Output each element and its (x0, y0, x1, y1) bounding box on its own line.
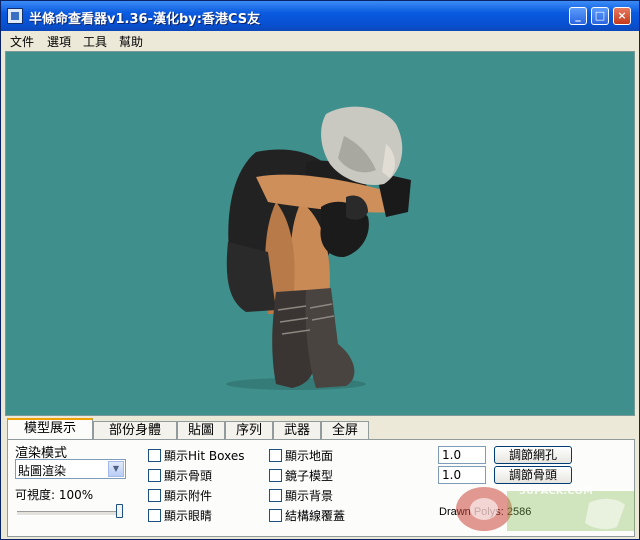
minimize-button[interactable]: _ (569, 7, 587, 25)
mirror-model-checkbox[interactable] (269, 469, 282, 482)
menu-options[interactable]: 選項 (47, 33, 71, 50)
show-eyes-label: 顯示眼睛 (164, 509, 213, 523)
menu-tools[interactable]: 工具 (83, 33, 107, 50)
close-icon: × (617, 9, 627, 22)
app-icon[interactable] (7, 8, 23, 24)
wireframe-overlay-checkbox[interactable] (269, 509, 282, 522)
show-hitboxes-label: 顯示Hit Boxes (164, 449, 245, 463)
visibility-slider-thumb[interactable] (116, 504, 123, 518)
menu-bar: 文件 選項 工具 幫助 (1, 31, 639, 51)
chevron-down-icon[interactable]: ▼ (108, 461, 124, 477)
maximize-icon: □ (594, 9, 606, 22)
tab-weapons[interactable]: 武器 (273, 421, 321, 439)
show-attachments-checkbox[interactable] (148, 489, 161, 502)
show-bones-label: 顯示骨頭 (164, 469, 213, 483)
window-title: 半條命查看器v1.36-漢化by:香港CS友 (29, 12, 261, 27)
show-hitboxes-checkbox[interactable] (148, 449, 161, 462)
app-window: 半條命查看器v1.36-漢化by:香港CS友 _ □ × 文件 選項 工具 幫助 (0, 0, 640, 540)
tab-body-parts[interactable]: 部份身體 (93, 421, 177, 439)
show-background-checkbox[interactable] (269, 489, 282, 502)
show-bones-checkbox[interactable] (148, 469, 161, 482)
visibility-label: 可視度: 100% (15, 488, 94, 502)
site-watermark-logo: 5UPACK.COM (456, 486, 635, 531)
tab-fullscreen[interactable]: 全屏 (321, 421, 369, 439)
tab-model-display[interactable]: 模型展示 (7, 418, 93, 440)
show-ground-label: 顯示地面 (285, 449, 334, 463)
adjust-grid-button[interactable]: 調節網孔 (494, 446, 572, 464)
show-attachments-label: 顯示附件 (164, 489, 213, 503)
render-mode-value: 貼圖渲染 (18, 464, 67, 478)
render-mode-select[interactable]: 貼圖渲染 ▼ (15, 459, 126, 479)
watermark-text: 5UPACK.COM (519, 486, 593, 497)
tab-sequences[interactable]: 序列 (225, 421, 273, 439)
mirror-model-label: 鏡子模型 (285, 469, 334, 483)
show-eyes-checkbox[interactable] (148, 509, 161, 522)
grid-size-input[interactable]: 1.0 (438, 446, 486, 464)
minimize-icon: _ (575, 9, 581, 22)
maximize-button[interactable]: □ (591, 7, 609, 25)
tab-textures[interactable]: 貼圖 (177, 421, 225, 439)
close-button[interactable]: × (613, 7, 631, 25)
model-viewport[interactable] (5, 51, 635, 416)
visibility-slider-track[interactable] (17, 511, 121, 516)
menu-help[interactable]: 幫助 (119, 33, 143, 50)
title-bar[interactable]: 半條命查看器v1.36-漢化by:香港CS友 _ □ × (1, 1, 639, 31)
show-background-label: 顯示背景 (285, 489, 334, 503)
wireframe-overlay-label: 結構線覆蓋 (285, 509, 346, 523)
menu-file[interactable]: 文件 (10, 33, 34, 50)
show-ground-checkbox[interactable] (269, 449, 282, 462)
character-model (226, 106, 411, 390)
